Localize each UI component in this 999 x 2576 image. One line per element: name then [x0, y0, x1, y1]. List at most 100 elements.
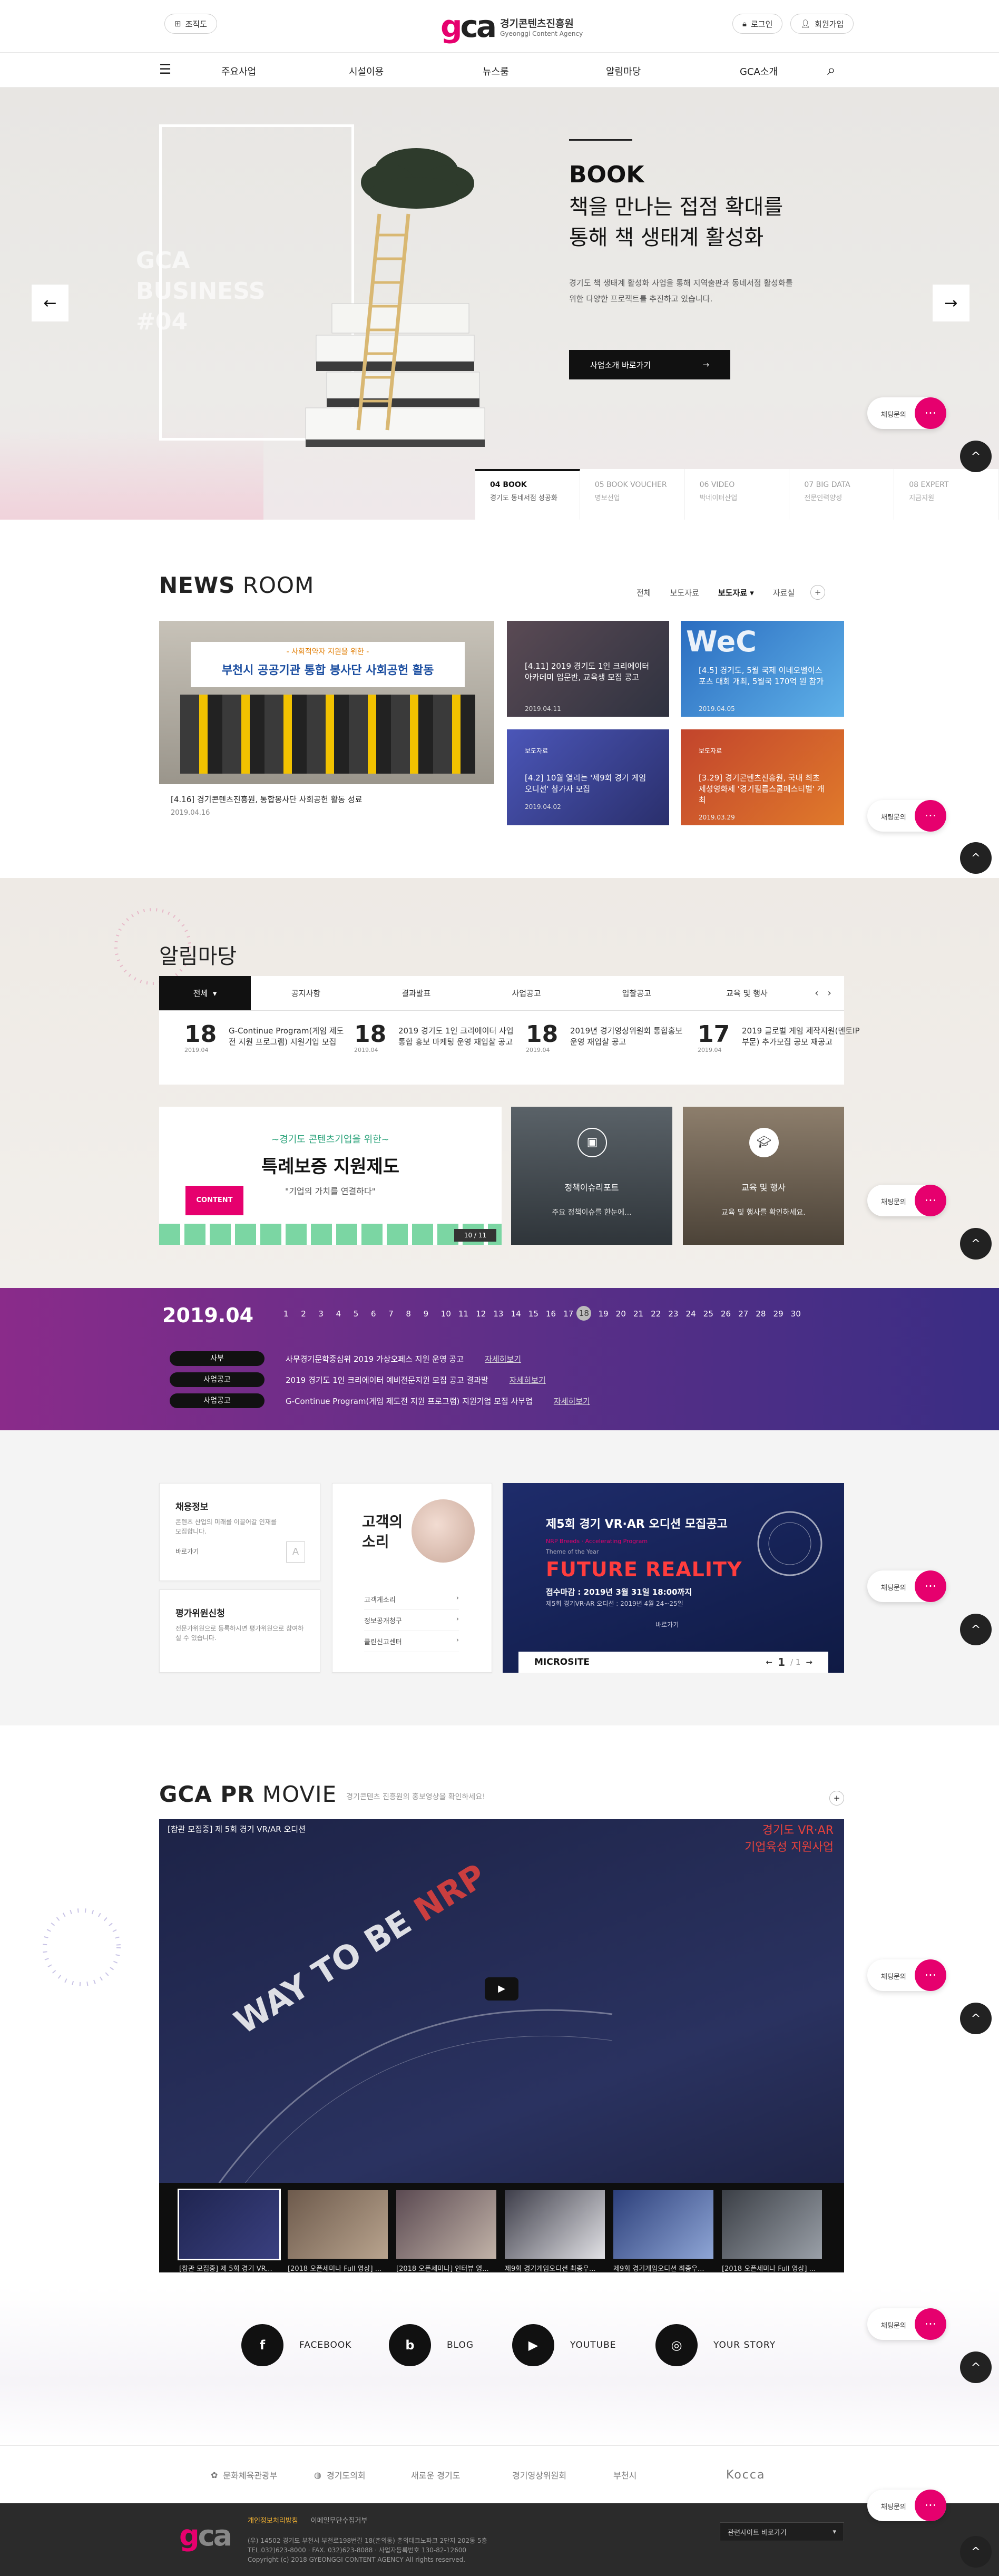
video-thumb[interactable]: 제9회 경기게임오디션 최종우... [505, 2190, 605, 2275]
news-tab-press[interactable]: 보도자료 [670, 587, 699, 598]
guarantee-banner[interactable]: ~경기도 콘텐츠기업을 위한~ 특례보증 지원제도 "기업의 가치를 연결하다"… [159, 1107, 502, 1245]
microsite-poster[interactable]: 제5회 경기 VR·AR 오디션 모집공고 NRP Breeds · Accel… [503, 1483, 844, 1673]
notice-tab-results[interactable]: 결과발표 [361, 976, 471, 1010]
sns-your-story[interactable]: ◎ YOUR STORY [655, 2324, 776, 2366]
calendar-event-row[interactable]: 사부 사무경기문학중심위 2019 가상오페스 지원 운영 공고 자세히보기 [170, 1351, 521, 1366]
notice-tab-announcement[interactable]: 공지사항 [251, 976, 361, 1010]
nav-item-about[interactable]: GCA소개 [740, 64, 778, 78]
scroll-top-button[interactable]: ^ [960, 2351, 992, 2383]
video-thumb[interactable]: [2018 오픈세미나 Full 영상] ... [722, 2190, 822, 2275]
calendar-day[interactable]: 14 [511, 1309, 521, 1319]
news-more-button[interactable]: + [810, 585, 826, 600]
search-icon[interactable]: ⌕ [827, 61, 836, 79]
news-card[interactable]: 보도자료 [3.29] 경기콘텐츠진흥원, 국내 최초 제성영화제 '경기필름스… [681, 729, 844, 825]
business-cta-button[interactable]: 사업소개 바로가기 → [569, 350, 730, 379]
related-sites-select[interactable]: 관련사이트 바로가기 ▾ [720, 2522, 844, 2541]
sns-youtube[interactable]: ▶ YOUTUBE [512, 2324, 616, 2366]
voice-link[interactable]: 정보공개청구 › [364, 1610, 459, 1631]
calendar-event-row[interactable]: 사업공고 2019 경기도 1인 크리에이터 예비전문지원 모집 공고 결과발 … [170, 1372, 546, 1387]
notice-tab-business[interactable]: 사업공고 [471, 976, 581, 1010]
calendar-day[interactable]: 25 [703, 1309, 713, 1319]
chat-inquiry-button[interactable]: 채팅문의 ··· [867, 800, 946, 832]
recruit-more-link[interactable]: 바로가기 [175, 1547, 199, 1556]
calendar-day[interactable]: 30 [791, 1309, 801, 1319]
voice-link[interactable]: 고객게소리 › [364, 1589, 459, 1610]
pr-more-button[interactable]: + [829, 1791, 844, 1806]
calendar-day[interactable]: 21 [633, 1309, 643, 1319]
chat-inquiry-button[interactable]: 채팅문의 ··· [867, 1570, 946, 1602]
video-thumb[interactable]: [참관 모집중] 제 5회 경기 VR... [178, 2189, 281, 2275]
calendar-day[interactable]: 15 [528, 1309, 538, 1319]
chat-inquiry-button[interactable]: 채팅문의 ··· [867, 2490, 946, 2521]
calendar-day[interactable]: 22 [651, 1309, 661, 1319]
hero-prev-button[interactable]: ← [32, 285, 68, 321]
partner-logo[interactable]: Kocca [726, 2464, 765, 2485]
calendar-day[interactable]: 23 [668, 1309, 678, 1319]
hero-tab-expert[interactable]: 08 EXPERT 지금지원 [894, 469, 999, 520]
calendar-day[interactable]: 24 [686, 1309, 696, 1319]
calendar-day[interactable]: 17 [563, 1309, 573, 1319]
login-button[interactable]: 🔒︎ 로그인 [732, 14, 783, 34]
scroll-top-button[interactable]: ^ [960, 2003, 992, 2034]
calendar-day[interactable]: 1 [283, 1309, 289, 1319]
partner-logo[interactable]: 부천시 [613, 2464, 636, 2485]
calendar-day[interactable]: 16 [546, 1309, 556, 1319]
partner-logo[interactable]: ✿ 문화체육관광부 [211, 2464, 277, 2485]
news-tab-press-active[interactable]: 보도자료 ▾ [718, 587, 754, 598]
event-more-link[interactable]: 자세히보기 [554, 1396, 590, 1407]
chat-inquiry-button[interactable]: 채팅문의 ··· [867, 2308, 946, 2340]
notice-item[interactable]: 18 2019.04 G-Continue Program(게임 제도전 지원 프… [184, 1022, 353, 1070]
nav-item-notice[interactable]: 알림마당 [606, 64, 641, 78]
video-thumb[interactable]: 제9회 경기게임오디션 최종우... [613, 2190, 713, 2275]
join-button[interactable]: 👤︎ 회원가입 [790, 14, 854, 34]
recruit-box[interactable]: 채용정보 콘텐츠 산업의 미래를 이끌어갈 인재를 모집합니다. 바로가기 A [159, 1483, 320, 1581]
sns-blog[interactable]: b BLOG [389, 2324, 474, 2366]
news-tab-all[interactable]: 전체 [636, 587, 651, 598]
evaluation-box[interactable]: 평가위원신청 전문가위원으로 등록하시면 평가위원으로 참여하실 수 있습니다. [159, 1589, 320, 1673]
calendar-day[interactable]: 2 [301, 1309, 306, 1319]
hero-tab-book[interactable]: 04 BOOK 경기도 동네서점 성공화 [475, 469, 580, 520]
calendar-day[interactable]: 7 [388, 1309, 394, 1319]
microsite-next-button[interactable]: → [806, 1657, 812, 1667]
scroll-top-button[interactable]: ^ [960, 2536, 992, 2568]
banner-pager[interactable]: 10 / 11 [454, 1229, 496, 1242]
notice-item[interactable]: 17 2019.04 2019 글로벌 게임 제작지원(멘토IP 부문) 추가모집… [698, 1022, 866, 1070]
news-main-card[interactable]: - 사회적약자 지원을 위한 - 부천시 공공기관 통합 봉사단 사회공헌 활동… [159, 621, 494, 825]
hero-next-button[interactable]: → [933, 285, 969, 321]
calendar-day[interactable]: 20 [616, 1309, 626, 1319]
news-card[interactable]: 보도자료 [4.2] 10월 열리는 '제9회 경기 게임오디션' 참가자 모집… [507, 729, 669, 825]
footer-logo[interactable]: gca [179, 2519, 232, 2552]
sitemap-button[interactable]: ⊞ 조직도 [164, 14, 217, 34]
calendar-day[interactable]: 19 [599, 1309, 609, 1319]
voice-link[interactable]: 클린신고센터 › [364, 1631, 459, 1652]
nav-item-business[interactable]: 주요사업 [221, 64, 256, 78]
hero-tab-book-voucher[interactable]: 05 BOOK VOUCHER 명보선업 [580, 469, 685, 520]
notice-tab-bid[interactable]: 입찰공고 [582, 976, 692, 1010]
calendar-day[interactable]: 3 [318, 1309, 324, 1319]
chat-inquiry-button[interactable]: 채팅문의 ··· [867, 1959, 946, 1991]
calendar-day[interactable]: 11 [458, 1309, 468, 1319]
news-tab-archive[interactable]: 자료실 [773, 587, 795, 598]
notice-item[interactable]: 18 2019.04 2019 경기도 1인 크리에이터 사업 통합 홍보 마케팅… [354, 1022, 523, 1070]
calendar-day[interactable]: 12 [476, 1309, 486, 1319]
scroll-top-button[interactable]: ^ [960, 1228, 992, 1260]
notice-prev-button[interactable]: ‹ [815, 988, 818, 999]
notice-item[interactable]: 18 2019.04 2019년 경기영상위원회 통합홍보 운영 재입찰 공고 [526, 1022, 694, 1070]
calendar-day[interactable]: 29 [773, 1309, 783, 1319]
scroll-top-button[interactable]: ^ [960, 1614, 992, 1645]
chat-inquiry-button[interactable]: 채팅문의 ··· [867, 1185, 946, 1216]
calendar-day[interactable]: 8 [406, 1309, 411, 1319]
calendar-day[interactable]: 9 [424, 1309, 429, 1319]
news-card[interactable]: WeC [4.5] 경기도, 5월 국제 이네오벨이스포츠 대회 개최, 5월국… [681, 621, 844, 717]
notice-tab-education[interactable]: 교육 및 행사 [692, 976, 802, 1010]
calendar-day[interactable]: 10 [441, 1309, 451, 1319]
event-more-link[interactable]: 자세히보기 [485, 1353, 521, 1364]
notice-next-button[interactable]: › [828, 988, 831, 999]
event-more-link[interactable]: 자세히보기 [510, 1374, 546, 1385]
calendar-day[interactable]: 28 [756, 1309, 766, 1319]
chat-inquiry-button[interactable]: 채팅문의 ··· [867, 397, 946, 429]
play-button[interactable]: ▶ [485, 1977, 518, 2001]
partner-logo[interactable]: 경기영상위원회 [512, 2464, 566, 2485]
privacy-link[interactable]: 개인정보처리방침 [248, 2515, 298, 2525]
hamburger-menu-icon[interactable]: ☰ [159, 63, 171, 76]
